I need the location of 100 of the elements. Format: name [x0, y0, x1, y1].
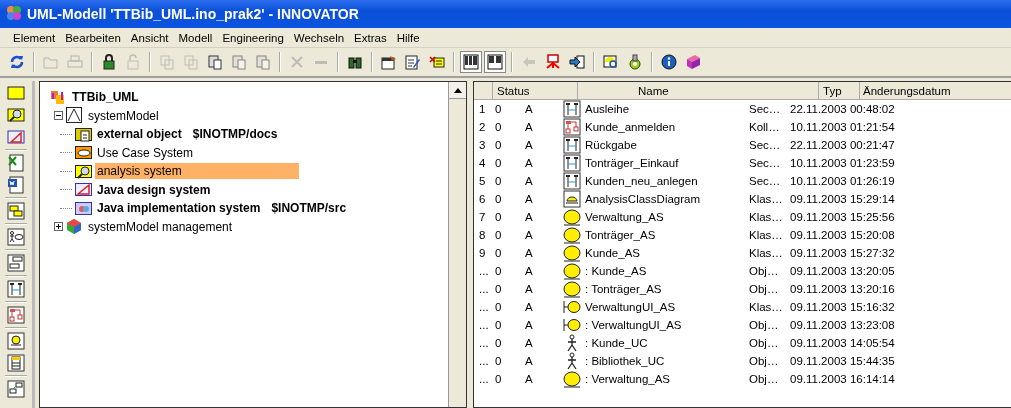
table-cell-text: 10.11.2003 01:26:19	[789, 175, 895, 187]
table-cell-text: 0	[494, 319, 503, 331]
class-icon	[563, 226, 581, 244]
tree-item[interactable]: Java design system	[95, 181, 213, 198]
tree-item[interactable]: systemModel management	[86, 218, 235, 235]
minus-icon	[54, 111, 63, 121]
toolbar-button[interactable]	[6, 331, 26, 351]
table-cell-text: Klas…	[749, 193, 784, 205]
minus-icon	[315, 60, 327, 64]
boundary-class-icon	[563, 298, 581, 316]
tree-item[interactable]: systemModel	[86, 107, 161, 124]
table-cell-text: A	[525, 229, 534, 241]
scrollbar[interactable]	[448, 82, 466, 407]
table-cell-text: A	[525, 337, 534, 349]
table-cell: Kunde_AS	[585, 247, 640, 259]
tree-item[interactable]: TTBib_UML	[70, 89, 141, 106]
info-icon	[661, 54, 677, 70]
tree-item[interactable]: analysis system	[95, 163, 299, 180]
column-header[interactable]: Status	[493, 82, 578, 99]
collaboration-icon	[563, 118, 581, 136]
table-cell-text: ...	[478, 373, 490, 385]
table-cell-text: 0	[494, 229, 503, 241]
menu-item[interactable]: Wechseln	[288, 31, 350, 44]
copy-icon	[183, 54, 199, 70]
column-header[interactable]: Typ	[819, 82, 860, 99]
table-cell-text: 0	[494, 121, 503, 133]
properties-icon	[381, 54, 397, 70]
table-cell: Ausleihe	[585, 103, 630, 115]
menu-item[interactable]: Modell	[173, 31, 218, 44]
toolbar-button[interactable]	[6, 105, 26, 125]
column-header[interactable]: Name	[578, 82, 819, 99]
boundary-class-icon	[563, 316, 581, 334]
class-icon	[563, 370, 581, 388]
class-icon	[563, 262, 581, 280]
flow-icon	[7, 254, 25, 272]
toolbar-button[interactable]	[6, 353, 26, 373]
search-folder-icon	[75, 162, 92, 180]
table-cell-text: Klas…	[749, 247, 784, 259]
table-cell: Kunde_anmelden	[585, 121, 676, 133]
collapse-toggle[interactable]	[54, 111, 63, 121]
scroll-up-button[interactable]	[449, 82, 466, 99]
paste-icon	[207, 54, 223, 70]
folder-icon	[43, 54, 59, 70]
table-cell-text: 0	[494, 139, 503, 151]
table-cell-text: 0	[494, 175, 503, 187]
table-cell-text: 0	[494, 301, 503, 313]
column-header[interactable]: Änderungsdatum	[860, 82, 1011, 99]
toolbar-button[interactable]	[658, 51, 680, 73]
paste-icon	[231, 54, 247, 70]
table-cell-text: Klas…	[749, 229, 784, 241]
sequence-icon	[563, 100, 581, 118]
toolbar-button[interactable]	[6, 279, 26, 299]
class-icon	[563, 208, 581, 226]
table-cell-text: 0	[494, 337, 503, 349]
tree-item[interactable]: Java implementation system	[95, 200, 263, 217]
table-cell-text: 22.11.2003 00:48:02	[789, 103, 895, 115]
class-icon	[563, 280, 581, 298]
path-label: $INOTMP/src	[271, 201, 347, 216]
table-cell-text: ...	[478, 301, 490, 313]
toolbar-button[interactable]	[460, 51, 482, 73]
deployment-icon	[7, 380, 25, 398]
menu-item[interactable]: Extras	[349, 31, 392, 44]
paste-icon	[255, 54, 271, 70]
menu-item[interactable]: Element	[8, 31, 61, 44]
table-cell-text: A	[525, 157, 534, 169]
table-cell-text: Sec…	[749, 157, 782, 169]
toolbar-button[interactable]	[6, 201, 26, 221]
menu-item[interactable]: Engineering	[217, 31, 289, 44]
plus-icon	[54, 222, 63, 232]
spreadsheet-icon	[7, 154, 25, 172]
folder-icon	[75, 199, 92, 217]
close-icon	[289, 54, 305, 70]
folder-icon	[7, 84, 25, 102]
sequence-icon	[7, 280, 25, 298]
table-cell-text: 10.11.2003 01:21:54	[789, 121, 895, 133]
sequence-icon	[563, 172, 581, 190]
sequence-icon	[563, 154, 581, 172]
menu-item[interactable]: Bearbeiten	[60, 31, 126, 44]
cube-icon	[66, 218, 83, 236]
table-cell-text: 22.11.2003 00:21:47	[789, 139, 895, 151]
table-cell: : Tonträger_AS	[585, 283, 662, 295]
toolbar-button[interactable]	[484, 51, 506, 73]
diagram-icon	[7, 128, 25, 146]
menu-item[interactable]: Hilfe	[391, 31, 425, 44]
toolbar-button[interactable]	[6, 227, 26, 247]
tree-item[interactable]: external object	[95, 126, 184, 143]
table-cell-text: 0	[494, 247, 503, 259]
table-cell-text: A	[525, 283, 534, 295]
menu-item[interactable]: Ansicht	[125, 31, 174, 44]
table-cell-text: 0	[494, 193, 503, 205]
table-cell-text: Sec…	[749, 175, 782, 187]
expand-toggle[interactable]	[54, 222, 63, 232]
table-cell-text: 9	[478, 247, 487, 259]
text-document-icon	[7, 176, 25, 194]
toolbar-button[interactable]	[6, 175, 26, 195]
tree-item[interactable]: Use Case System	[95, 144, 196, 161]
table-cell: Verwaltung_AS	[585, 211, 664, 223]
table-cell-text: ...	[478, 355, 490, 367]
model-icon	[50, 88, 67, 106]
edit-icon	[405, 54, 421, 70]
